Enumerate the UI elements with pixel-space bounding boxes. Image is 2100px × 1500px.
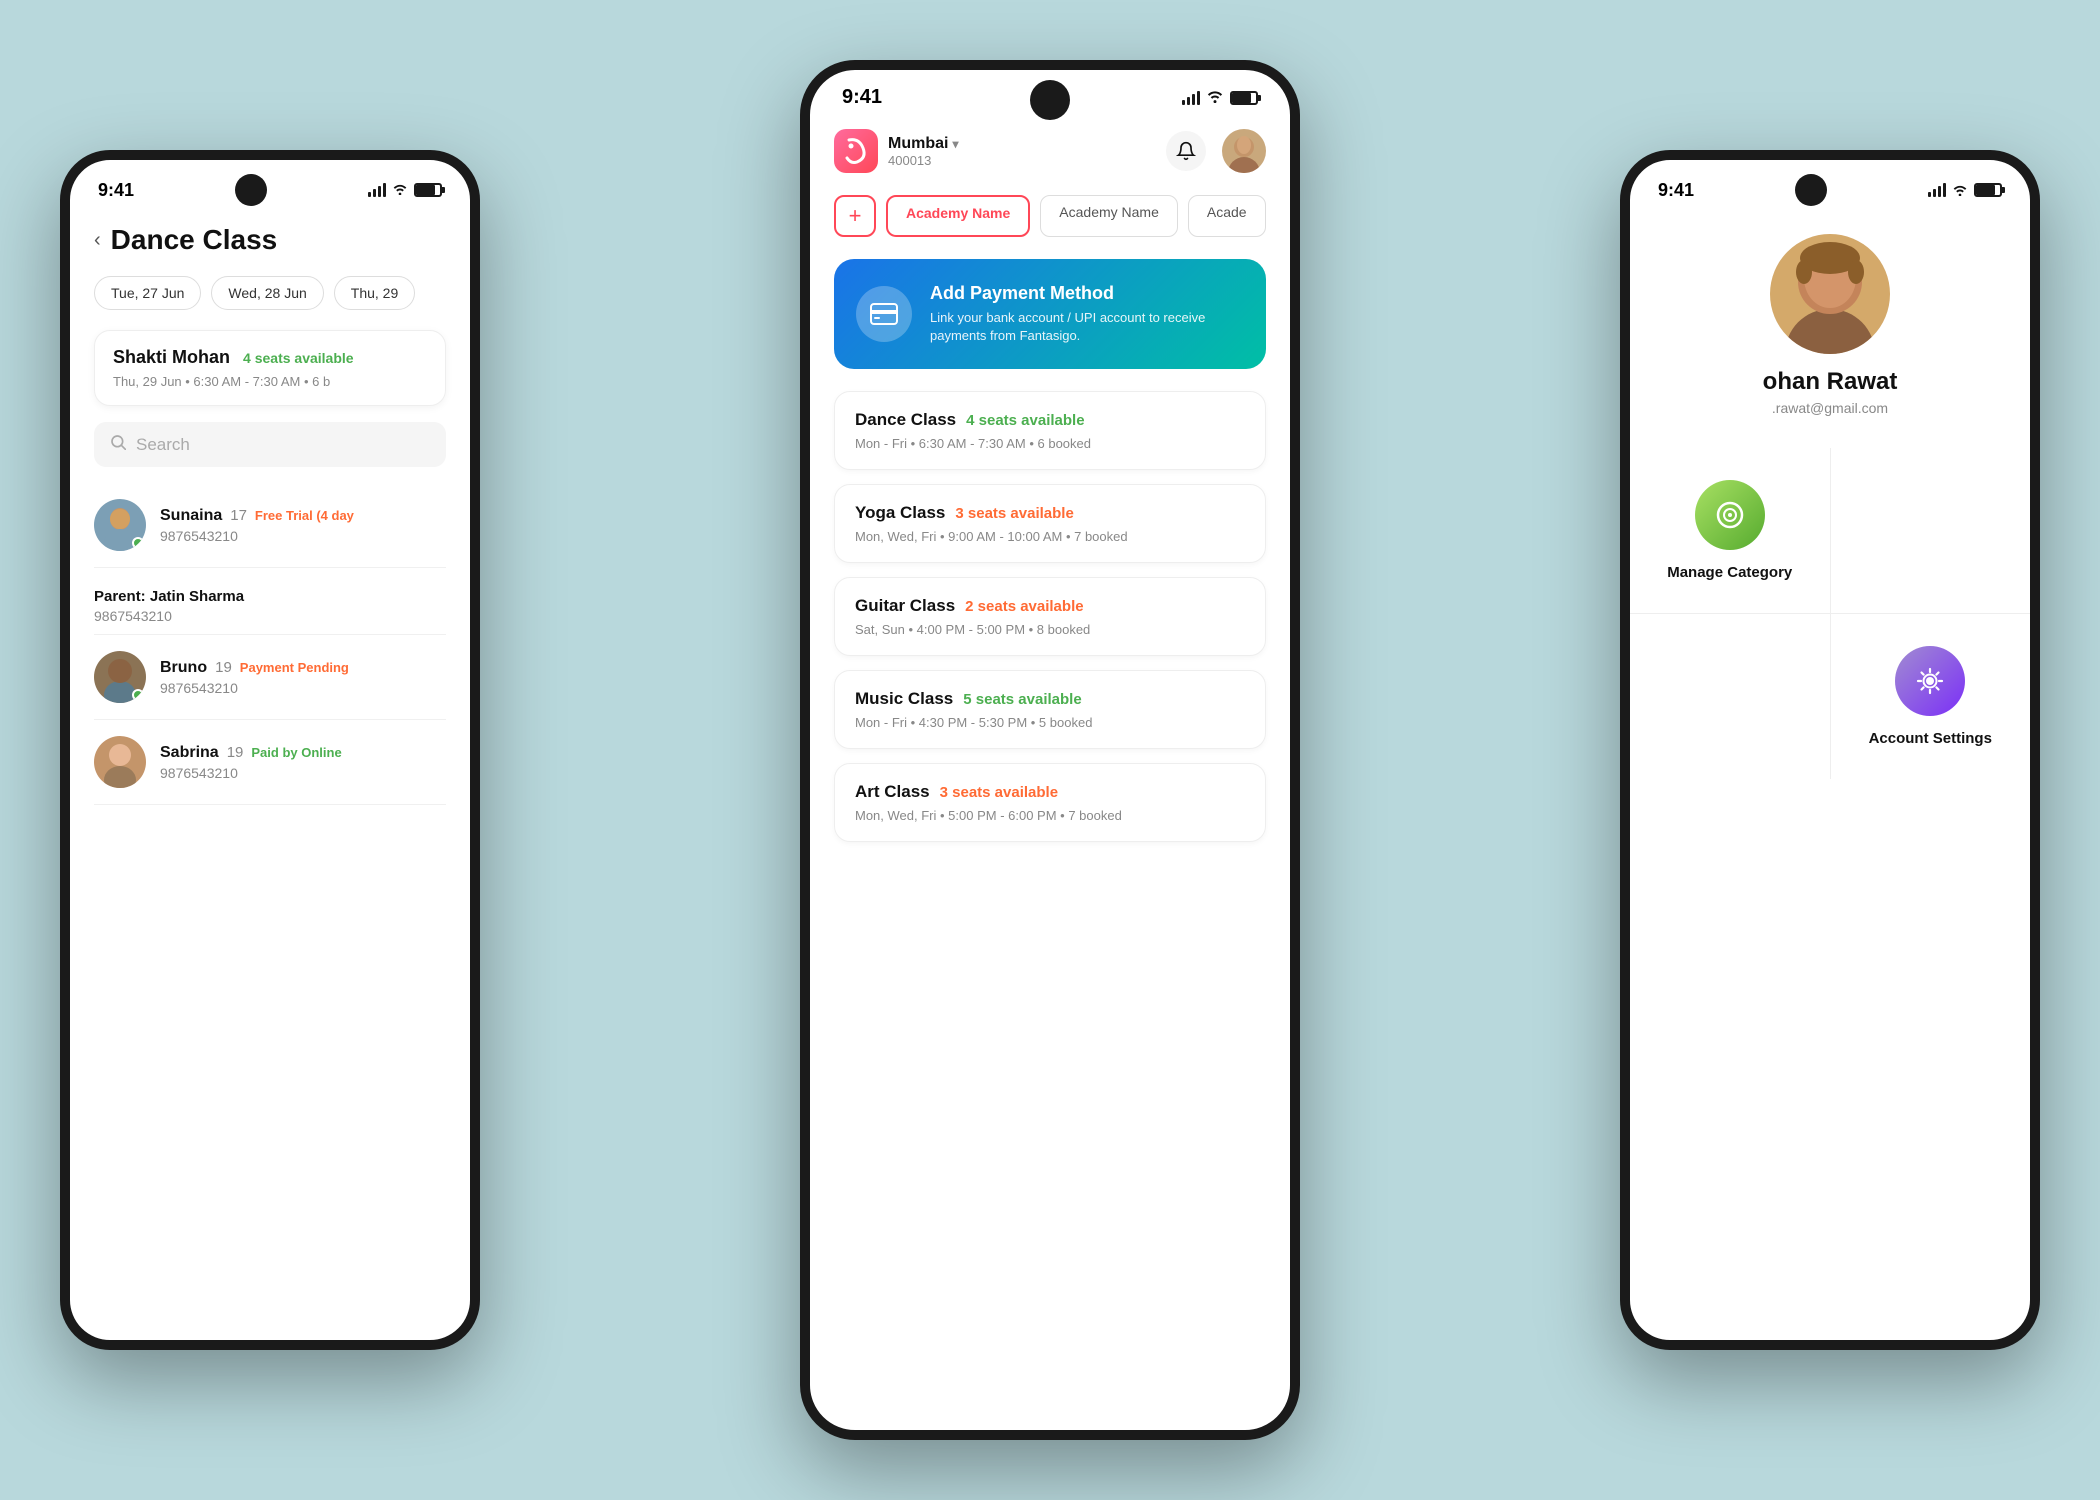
date-chip-1[interactable]: Wed, 28 Jun [211,276,323,310]
payment-banner[interactable]: Add Payment Method Link your bank accoun… [834,259,1266,369]
parent-info: Parent: Jatin Sharma 9867543210 [94,578,446,635]
location-info: Mumbai ▾ 400013 [888,135,958,168]
menu-grid: Manage Category Account Settings [1630,448,2030,779]
account-settings-icon [1895,646,1965,716]
app-header: Mumbai ▾ 400013 [810,117,1290,185]
menu-cell-1 [1831,448,2031,613]
student-item-2[interactable]: Sabrina 19 Paid by Online 9876543210 [94,720,446,805]
student-info-1: Bruno 19 Payment Pending 9876543210 [160,659,446,696]
pincode: 400013 [888,153,958,168]
add-academy-button[interactable]: + [834,195,876,237]
student-info-0: Sunaina 17 Free Trial (4 day 9876543210 [160,507,446,544]
center-camera [1030,80,1070,120]
manage-category-label: Manage Category [1667,564,1792,581]
profile-email: .rawat@gmail.com [1772,400,1888,416]
left-time: 9:41 [98,180,134,201]
center-battery [1230,91,1258,105]
date-chip-0[interactable]: Tue, 27 Jun [94,276,201,310]
menu-account-settings[interactable]: Account Settings [1831,614,2031,779]
online-indicator-1 [132,689,144,701]
search-placeholder: Search [136,435,190,455]
center-signal [1182,91,1200,105]
student-item-1[interactable]: Bruno 19 Payment Pending 9876543210 [94,635,446,720]
student-avatar-2 [94,736,146,788]
right-time: 9:41 [1658,180,1694,201]
right-phone: 9:41 [1620,150,2040,1350]
header-icons [1166,129,1266,173]
student-avatar-0 [94,499,146,551]
notification-button[interactable] [1166,131,1206,171]
center-phone: 9:41 Mumbai ▾ [800,60,1300,1440]
profile-section: ohan Rawat .rawat@gmail.com [1630,214,2030,432]
class-name-left: Shakti Mohan 4 seats available [113,347,427,368]
back-header: ‹ Dance Class [94,224,446,256]
student-avatar-1 [94,651,146,703]
date-chips: Tue, 27 Jun Wed, 28 Jun Thu, 29 [94,276,446,310]
profile-name: ohan Rawat [1763,368,1898,396]
payment-title: Add Payment Method [930,283,1244,304]
class-card-0[interactable]: Dance Class 4 seats available Mon - Fri … [834,391,1266,470]
logo-area: Mumbai ▾ 400013 [834,129,958,173]
academy-chip-0[interactable]: Academy Name [886,195,1030,237]
profile-avatar [1770,234,1890,354]
right-battery [1974,183,2002,197]
online-indicator [132,537,144,549]
battery-icon [414,183,442,197]
user-avatar[interactable] [1222,129,1266,173]
search-icon [110,434,126,455]
payment-text: Add Payment Method Link your bank accoun… [930,283,1244,345]
signal-icon [368,183,386,197]
right-signal [1928,183,1946,197]
menu-cell-2 [1630,614,1830,779]
city-name: Mumbai [888,135,948,153]
class-card-4[interactable]: Art Class 3 seats available Mon, Wed, Fr… [834,763,1266,842]
class-card-2[interactable]: Guitar Class 2 seats available Sat, Sun … [834,577,1266,656]
payment-icon [856,286,912,342]
academy-chip-2[interactable]: Acade [1188,195,1266,237]
left-status-bar: 9:41 [70,160,470,214]
search-bar[interactable]: Search [94,422,446,467]
seats-left: 4 seats available [243,350,354,366]
academy-chip-1[interactable]: Academy Name [1040,195,1178,237]
back-button[interactable]: ‹ [94,229,101,252]
left-status-icons [368,183,442,198]
app-logo [834,129,878,173]
page-title: Dance Class [111,224,278,256]
center-time: 9:41 [842,86,882,109]
account-settings-label: Account Settings [1869,730,1992,747]
right-wifi [1952,180,1968,201]
right-status-bar: 9:41 [1630,160,2030,214]
center-wifi [1206,86,1224,109]
chevron-icon[interactable]: ▾ [952,137,958,151]
student-info-2: Sabrina 19 Paid by Online 9876543210 [160,744,446,781]
right-camera [1795,174,1827,206]
classes-list: Dance Class 4 seats available Mon - Fri … [810,381,1290,866]
date-chip-2[interactable]: Thu, 29 [334,276,415,310]
left-camera [235,174,267,206]
class-meta-left: Thu, 29 Jun • 6:30 AM - 7:30 AM • 6 b [113,374,427,389]
student-item-0[interactable]: Sunaina 17 Free Trial (4 day 9876543210 [94,483,446,568]
right-status-icons [1928,180,2002,201]
payment-desc: Link your bank account / UPI account to … [930,309,1244,345]
wifi-icon [392,183,408,198]
academy-chips: + Academy Name Academy Name Acade [810,185,1290,247]
class-card-3[interactable]: Music Class 5 seats available Mon - Fri … [834,670,1266,749]
left-phone: 9:41 ‹ Dance Class Tue, 27 Jun Wed, 28 J… [60,150,480,1350]
class-card-1[interactable]: Yoga Class 3 seats available Mon, Wed, F… [834,484,1266,563]
menu-manage-category[interactable]: Manage Category [1630,448,1830,613]
class-card-left[interactable]: Shakti Mohan 4 seats available Thu, 29 J… [94,330,446,406]
center-status-icons [1182,86,1258,109]
manage-category-icon [1695,480,1765,550]
